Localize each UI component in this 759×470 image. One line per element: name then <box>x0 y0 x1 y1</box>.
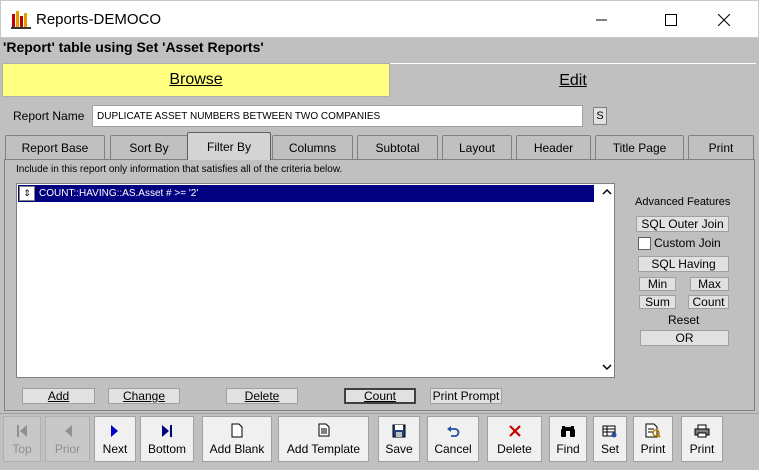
tab-subtotal[interactable]: Subtotal <box>357 135 438 159</box>
minimize-button[interactable] <box>579 1 625 39</box>
print-preview-button[interactable]: Print <box>633 416 673 462</box>
delete-x-icon <box>508 425 521 437</box>
save-label: Save <box>385 442 413 456</box>
tab-print[interactable]: Print <box>688 135 754 159</box>
print-label: Print <box>689 442 715 456</box>
save-button[interactable]: Save <box>378 416 420 462</box>
bottom-button[interactable]: Bottom <box>140 416 194 462</box>
maximize-icon <box>665 14 677 26</box>
sql-having-button[interactable]: SQL Having <box>638 256 729 272</box>
close-button[interactable] <box>701 1 747 39</box>
tab-sort-by[interactable]: Sort By <box>110 135 188 159</box>
filter-instruction: Include in this report only information … <box>16 164 343 175</box>
criteria-text: COUNT::HAVING::AS.Asset # >= '2' <box>39 188 199 199</box>
print-preview-label: Print <box>640 442 666 456</box>
tab-layout[interactable]: Layout <box>442 135 512 159</box>
criteria-list[interactable]: ⇕ COUNT::HAVING::AS.Asset # >= '2' <box>16 183 615 378</box>
add-criteria-button[interactable]: Add <box>22 388 95 404</box>
edit-mode-button[interactable]: Edit <box>390 63 756 97</box>
print-prompt-button[interactable]: Print Prompt <box>430 388 502 404</box>
next-icon <box>111 425 118 437</box>
top-label: Top <box>12 442 32 456</box>
window-title: Reports-DEMOCO <box>36 11 162 28</box>
change-criteria-button[interactable]: Change <box>108 388 180 404</box>
change-label: Change <box>122 389 166 403</box>
delete-criteria-button[interactable]: Delete <box>226 388 298 404</box>
print-preview-icon <box>645 423 661 438</box>
sql-outer-join-button[interactable]: SQL Outer Join <box>636 216 729 232</box>
custom-join-checkbox[interactable] <box>638 237 651 250</box>
report-name-field[interactable]: DUPLICATE ASSET NUMBERS BETWEEN TWO COMP… <box>92 105 583 127</box>
delete-button[interactable]: Delete <box>487 416 542 462</box>
printer-icon <box>694 424 710 438</box>
set-button[interactable]: Set <box>593 416 627 462</box>
tab-report-base[interactable]: Report Base <box>5 135 105 159</box>
browse-mode-button[interactable]: Browse <box>2 63 390 97</box>
count-aggregate-button[interactable]: Count <box>688 295 729 309</box>
top-button[interactable]: Top <box>3 416 41 462</box>
cancel-button[interactable]: Cancel <box>427 416 479 462</box>
add-blank-label: Add Blank <box>209 442 265 456</box>
max-button[interactable]: Max <box>690 277 729 291</box>
next-button[interactable]: Next <box>94 416 136 462</box>
sum-button[interactable]: Sum <box>639 295 676 309</box>
report-name-label: Report Name <box>13 109 85 123</box>
binoculars-icon <box>561 426 575 437</box>
print-button[interactable]: Print <box>681 416 723 462</box>
title-bar: Reports-DEMOCO <box>0 0 759 38</box>
blank-document-icon <box>231 423 243 438</box>
report-name-lookup-button[interactable]: S <box>593 107 607 125</box>
close-icon <box>718 14 730 26</box>
add-template-label: Add Template <box>286 442 361 456</box>
count-button[interactable]: Count <box>344 388 416 404</box>
delete-label: Delete <box>244 389 280 403</box>
undo-icon <box>447 426 460 437</box>
set-label: Set <box>600 442 619 456</box>
min-button[interactable]: Min <box>639 277 676 291</box>
next-label: Next <box>102 442 128 456</box>
delete-label: Delete <box>497 442 532 456</box>
tab-title-page[interactable]: Title Page <box>595 135 684 159</box>
scroll-up-icon[interactable] <box>602 187 612 198</box>
previous-icon <box>64 425 72 437</box>
add-blank-button[interactable]: Add Blank <box>202 416 272 462</box>
prior-label: Prior <box>54 442 81 456</box>
move-arrows-icon[interactable]: ⇕ <box>19 186 35 201</box>
table-caption: 'Report' table using Set 'Asset Reports' <box>3 39 264 55</box>
prior-button[interactable]: Prior <box>45 416 90 462</box>
template-document-icon <box>318 423 329 437</box>
or-button[interactable]: OR <box>640 330 729 346</box>
minimize-icon <box>596 19 607 21</box>
first-record-icon <box>17 425 27 437</box>
list-item[interactable]: ⇕ COUNT::HAVING::AS.Asset # >= '2' <box>18 185 594 202</box>
last-record-icon <box>162 425 172 437</box>
custom-join-label: Custom Join <box>654 236 721 250</box>
find-label: Find <box>556 442 580 456</box>
tab-header[interactable]: Header <box>516 135 591 159</box>
tab-columns[interactable]: Columns <box>272 135 353 159</box>
app-icon <box>11 11 31 29</box>
floppy-disk-icon <box>392 424 406 438</box>
add-template-button[interactable]: Add Template <box>278 416 369 462</box>
tab-filter-by[interactable]: Filter By <box>187 132 271 160</box>
scroll-down-icon[interactable] <box>602 363 612 374</box>
bottom-label: Bottom <box>147 442 186 456</box>
reset-button[interactable]: Reset <box>668 313 699 327</box>
advanced-features-title: Advanced Features <box>635 196 731 208</box>
count-label: Count <box>363 389 397 403</box>
cancel-label: Cancel <box>434 442 472 456</box>
add-label: Add <box>47 389 70 403</box>
find-button[interactable]: Find <box>549 416 587 462</box>
data-set-icon <box>602 425 617 438</box>
maximize-button[interactable] <box>648 1 694 39</box>
